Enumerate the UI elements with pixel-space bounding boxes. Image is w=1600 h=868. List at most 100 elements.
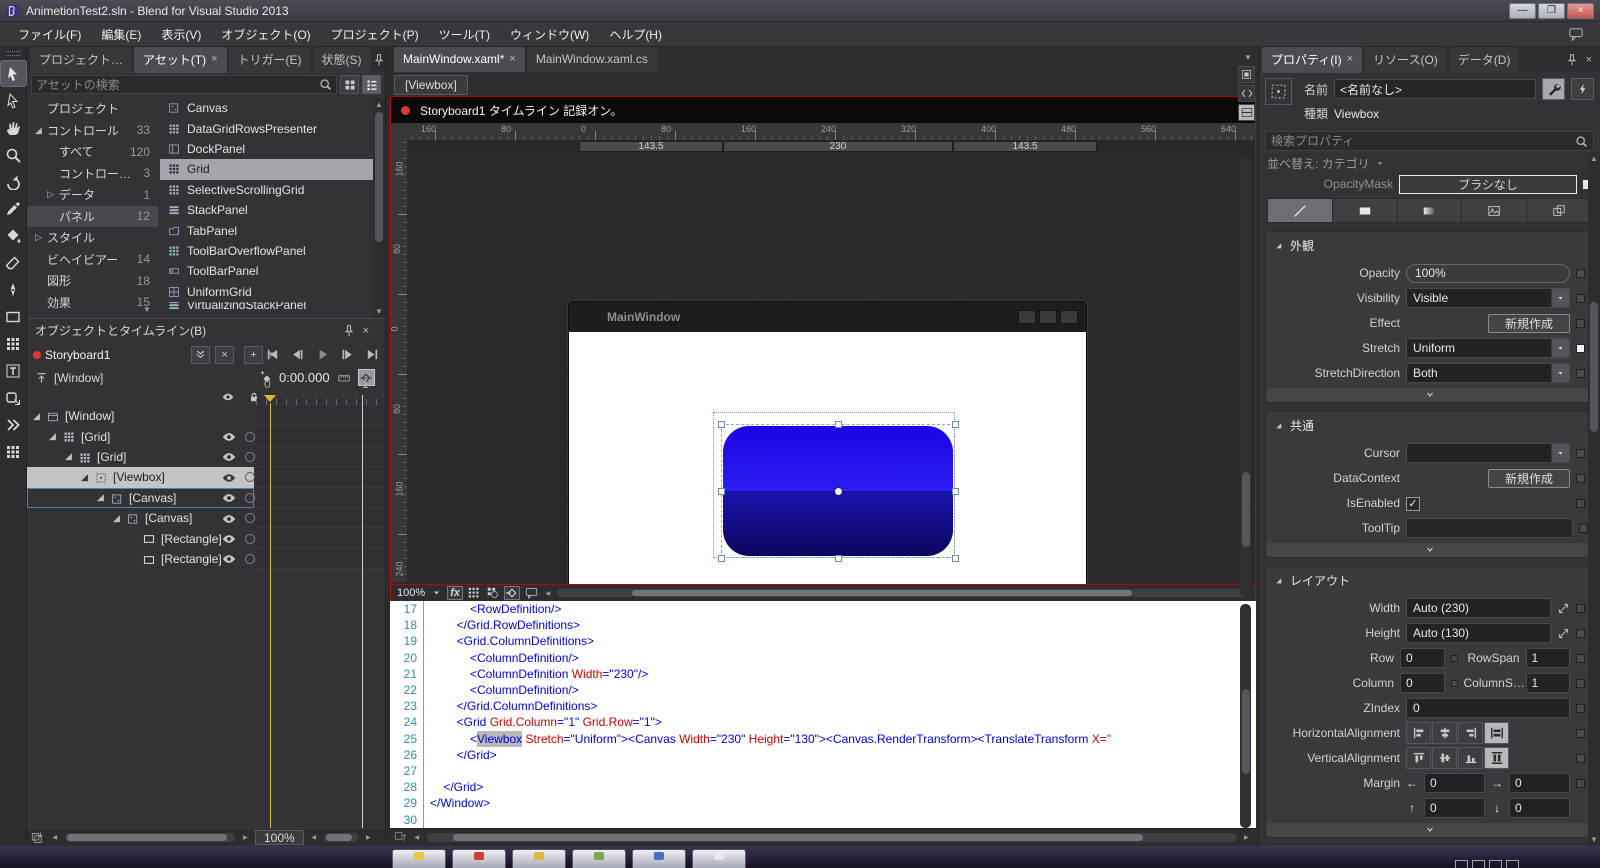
property-search-input[interactable] — [1271, 134, 1575, 148]
advanced-marker[interactable] — [1576, 448, 1585, 458]
effects-toggle[interactable]: fx — [447, 586, 464, 600]
events-view-button[interactable] — [1571, 78, 1594, 100]
selection-handle[interactable] — [952, 421, 959, 428]
advanced-marker[interactable] — [1576, 753, 1585, 763]
close-icon[interactable]: × — [211, 53, 217, 65]
advanced-marker[interactable] — [1450, 654, 1458, 662]
taskbar-button-folder-yellow[interactable] — [392, 849, 446, 868]
timeline-lane[interactable] — [256, 488, 385, 508]
margin-top-field[interactable]: 0 — [1424, 798, 1485, 818]
align-vertical-left-top-button[interactable] — [1406, 747, 1431, 769]
taskbar-button-app-yellow[interactable] — [512, 849, 566, 868]
opacity-mask-value[interactable]: ブラシなし — [1399, 174, 1577, 194]
column-size-label[interactable]: 230 — [723, 141, 953, 152]
scope-up-icon[interactable] — [35, 372, 48, 385]
advanced-marker[interactable] — [1576, 603, 1585, 613]
split-view-button[interactable] — [1238, 104, 1255, 121]
tree-item[interactable]: ◢ [Window] — [27, 406, 254, 426]
effect-new-button[interactable]: 新規作成 — [1488, 313, 1570, 333]
properties-scrollbar[interactable]: ▲ ▼ — [1588, 152, 1600, 846]
go-to-last-frame-button[interactable] — [362, 346, 383, 363]
selection-handle[interactable] — [952, 488, 959, 495]
close-icon[interactable]: × — [509, 53, 515, 65]
code-line[interactable]: 20 <ColumnDefinition/> — [390, 649, 1256, 666]
new-storyboard-button[interactable]: + — [244, 345, 264, 364]
properties-tab-2[interactable]: データ(D) — [1448, 47, 1520, 73]
tree-item[interactable]: ◢ [Canvas] — [27, 487, 255, 508]
assets-tab-3[interactable]: 状態(S) — [312, 47, 371, 73]
taskbar-button-app-blue[interactable] — [632, 849, 686, 868]
stretch-combo[interactable]: Uniform — [1406, 338, 1570, 358]
align-horizontal-stretch-button[interactable] — [1484, 722, 1509, 744]
asset-category-5[interactable]: パネル 12 — [27, 205, 158, 227]
tool-paint-bucket[interactable] — [1, 223, 26, 248]
timeline-lane[interactable] — [256, 549, 385, 570]
code-line[interactable]: 27 — [390, 763, 1256, 780]
properties-tab-0[interactable]: プロパティ(I) × — [1262, 47, 1363, 73]
code-line[interactable]: 26 </Grid> — [390, 746, 1256, 764]
asset-category-6[interactable]: ▷ スタイル — [27, 227, 158, 249]
advanced-marker[interactable] — [1576, 653, 1585, 663]
asset-item[interactable]: StackPanel — [160, 200, 373, 220]
zindex-field[interactable]: 0 — [1406, 698, 1570, 718]
close-icon[interactable]: × — [1586, 54, 1592, 66]
tray-item[interactable] — [1506, 860, 1519, 868]
advanced-marker[interactable] — [1579, 523, 1588, 533]
show-advanced-properties[interactable] — [1266, 388, 1593, 402]
close-icon[interactable]: × — [1347, 53, 1353, 65]
tool-direct-selection[interactable] — [1, 88, 26, 113]
taskbar-button-app-white[interactable] — [692, 849, 746, 868]
snap-guides-toggle[interactable] — [504, 586, 521, 600]
selection-handle[interactable] — [718, 421, 725, 428]
pin-icon[interactable] — [373, 53, 385, 66]
advanced-marker[interactable] — [1576, 293, 1585, 303]
cursor-combo[interactable] — [1406, 443, 1570, 463]
asset-search-input[interactable] — [36, 77, 319, 92]
snap-grid-toggle[interactable] — [485, 586, 501, 600]
timeline-lane[interactable] — [256, 447, 385, 468]
asset-item[interactable]: DataGridRowsPresenter — [160, 118, 373, 138]
no-brush-tab[interactable] — [1268, 199, 1333, 222]
tool-assets[interactable] — [1, 439, 26, 464]
timeline-lane[interactable] — [256, 508, 385, 529]
tab-overflow-icon[interactable]: ▼ — [1242, 53, 1254, 62]
zoom-dropdown-icon[interactable] — [428, 586, 444, 600]
solid-color-brush-tab[interactable] — [1332, 199, 1398, 222]
menu-item-2[interactable]: 表示(V) — [151, 22, 211, 47]
next-frame-button[interactable] — [337, 346, 358, 363]
tray-item[interactable] — [1472, 860, 1485, 868]
tool-pan[interactable] — [1, 115, 26, 140]
gradient-brush-tab[interactable] — [1397, 199, 1463, 222]
column-field[interactable]: 0 — [1400, 673, 1445, 693]
design-surface[interactable]: MainWindow — [407, 153, 1255, 584]
list-view-button[interactable] — [362, 75, 381, 94]
lock-toggle[interactable] — [245, 513, 255, 524]
column-size-label[interactable]: 143.5 — [953, 141, 1097, 152]
advanced-marker[interactable] — [1576, 368, 1585, 378]
lock-toggle[interactable] — [245, 533, 255, 544]
document-tab-1[interactable]: MainWindow.xaml.cs — [526, 47, 657, 72]
minimize-button[interactable]: — — [1509, 2, 1536, 19]
advanced-marker[interactable] — [1576, 628, 1585, 638]
lock-toggle[interactable] — [245, 472, 255, 483]
value-set-marker[interactable] — [1576, 343, 1585, 353]
visibility-toggle[interactable] — [222, 531, 238, 546]
pin-icon[interactable] — [1566, 53, 1578, 66]
timeline-zoom[interactable]: 100% — [255, 830, 304, 845]
collapse-icon[interactable] — [1274, 576, 1283, 585]
code-line[interactable]: 24 <Grid Grid.Column ="1" Grid.Row ="1"> — [390, 714, 1256, 731]
isenabled-checkbox[interactable]: ✓ — [1406, 496, 1420, 511]
tool-selection[interactable] — [0, 60, 27, 87]
design-view-button[interactable] — [1238, 66, 1255, 83]
brush-resource-tab[interactable] — [1527, 199, 1591, 222]
xaml-editor[interactable]: 17 <RowDefinition/> 18 </Grid.RowDefiniti… — [390, 601, 1256, 828]
previous-frame-button[interactable] — [287, 346, 308, 363]
stretch-direction-combo[interactable]: Both — [1406, 363, 1570, 383]
code-line[interactable]: 18 </Grid.RowDefinitions> — [390, 617, 1256, 634]
asset-item[interactable]: VirtualizingStackPanel — [160, 301, 373, 309]
asset-item[interactable]: Canvas — [160, 98, 373, 118]
objects-scrollbar[interactable] — [65, 833, 235, 842]
name-field[interactable] — [1334, 79, 1536, 99]
asset-item[interactable]: TabPanel — [160, 220, 373, 240]
scroll-right-icon[interactable]: ▼ — [241, 832, 250, 844]
